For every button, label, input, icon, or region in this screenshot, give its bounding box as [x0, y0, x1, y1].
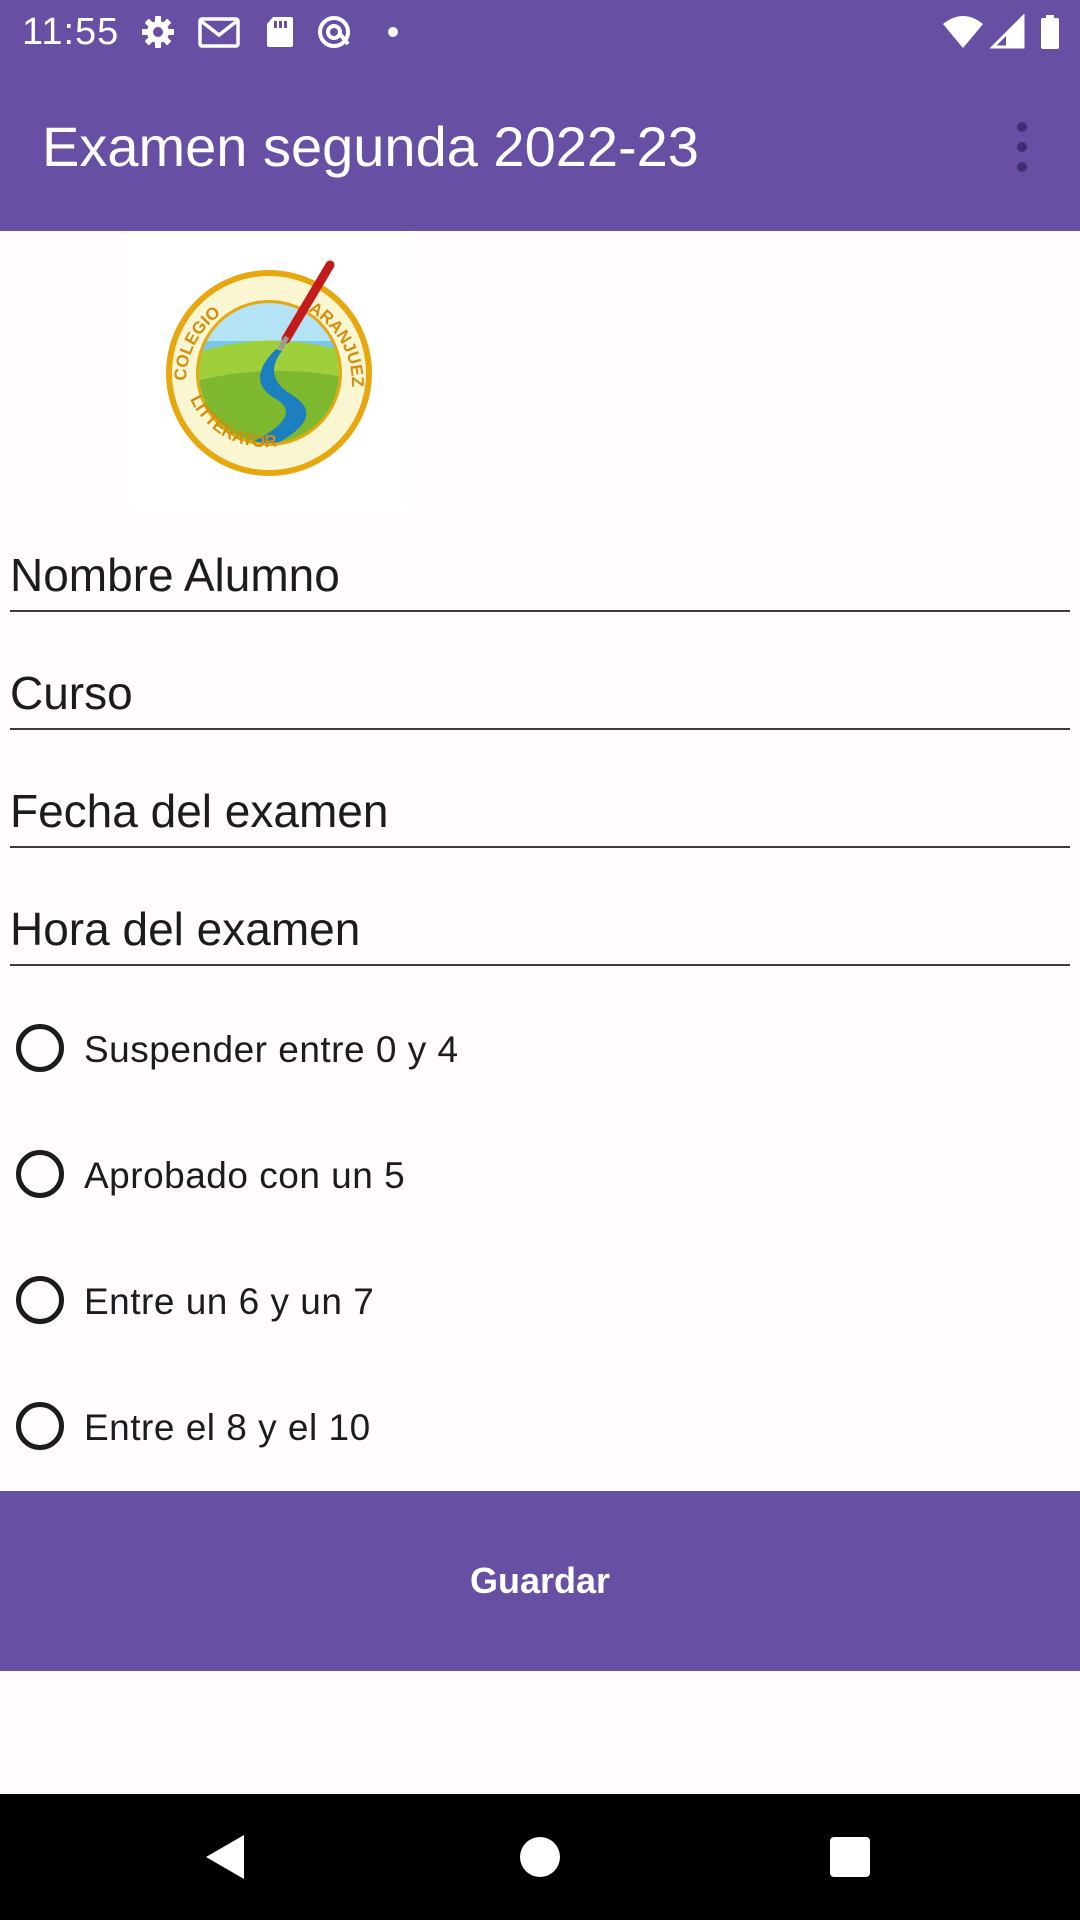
radio-button[interactable]: [16, 1024, 64, 1072]
home-icon[interactable]: [507, 1824, 573, 1890]
radio-option-suspender[interactable]: Suspender entre 0 y 4: [10, 1000, 1070, 1100]
at-sign-icon: [316, 14, 352, 50]
back-icon[interactable]: [192, 1824, 258, 1890]
battery-icon: [1038, 14, 1062, 50]
wifi-icon: [942, 14, 984, 50]
gmail-icon: [198, 14, 240, 50]
signal-icon: [989, 13, 1026, 50]
status-time: 11:55: [22, 11, 120, 53]
school-logo: COLEGIO LITTERATOR ARANJUEZ: [126, 231, 412, 512]
settings-icon: [140, 14, 176, 50]
student-name-input[interactable]: [10, 548, 1070, 602]
radio-button[interactable]: [16, 1150, 64, 1198]
recents-icon[interactable]: [817, 1824, 883, 1890]
exam-time-input[interactable]: [10, 902, 1070, 956]
radio-option-6-7[interactable]: Entre un 6 y un 7: [10, 1252, 1070, 1352]
radio-label: Entre un 6 y un 7: [84, 1281, 375, 1322]
radio-label: Aprobado con un 5: [84, 1155, 406, 1196]
app-title: Examen segunda 2022-23: [42, 115, 699, 178]
exam-date-field[interactable]: [10, 750, 1070, 848]
radio-label: Suspender entre 0 y 4: [84, 1029, 459, 1070]
sd-card-icon: [262, 14, 298, 50]
student-name-field[interactable]: [10, 514, 1070, 612]
more-vert-icon[interactable]: [1000, 114, 1044, 180]
exam-date-input[interactable]: [10, 784, 1070, 838]
course-input[interactable]: [10, 666, 1070, 720]
radio-label: Entre el 8 y el 10: [84, 1407, 371, 1448]
exam-time-field[interactable]: [10, 868, 1070, 966]
radio-option-8-10[interactable]: Entre el 8 y el 10: [10, 1378, 1070, 1478]
radio-button[interactable]: [16, 1276, 64, 1324]
radio-button[interactable]: [16, 1402, 64, 1450]
dot-icon: [384, 14, 402, 50]
radio-option-aprobado[interactable]: Aprobado con un 5: [10, 1126, 1070, 1226]
navigation-bar: [0, 1794, 1080, 1920]
save-button[interactable]: Guardar: [0, 1491, 1080, 1671]
course-field[interactable]: [10, 632, 1070, 730]
app-bar: Examen segunda 2022-23: [0, 64, 1080, 231]
status-bar: 11:55: [0, 0, 1080, 64]
